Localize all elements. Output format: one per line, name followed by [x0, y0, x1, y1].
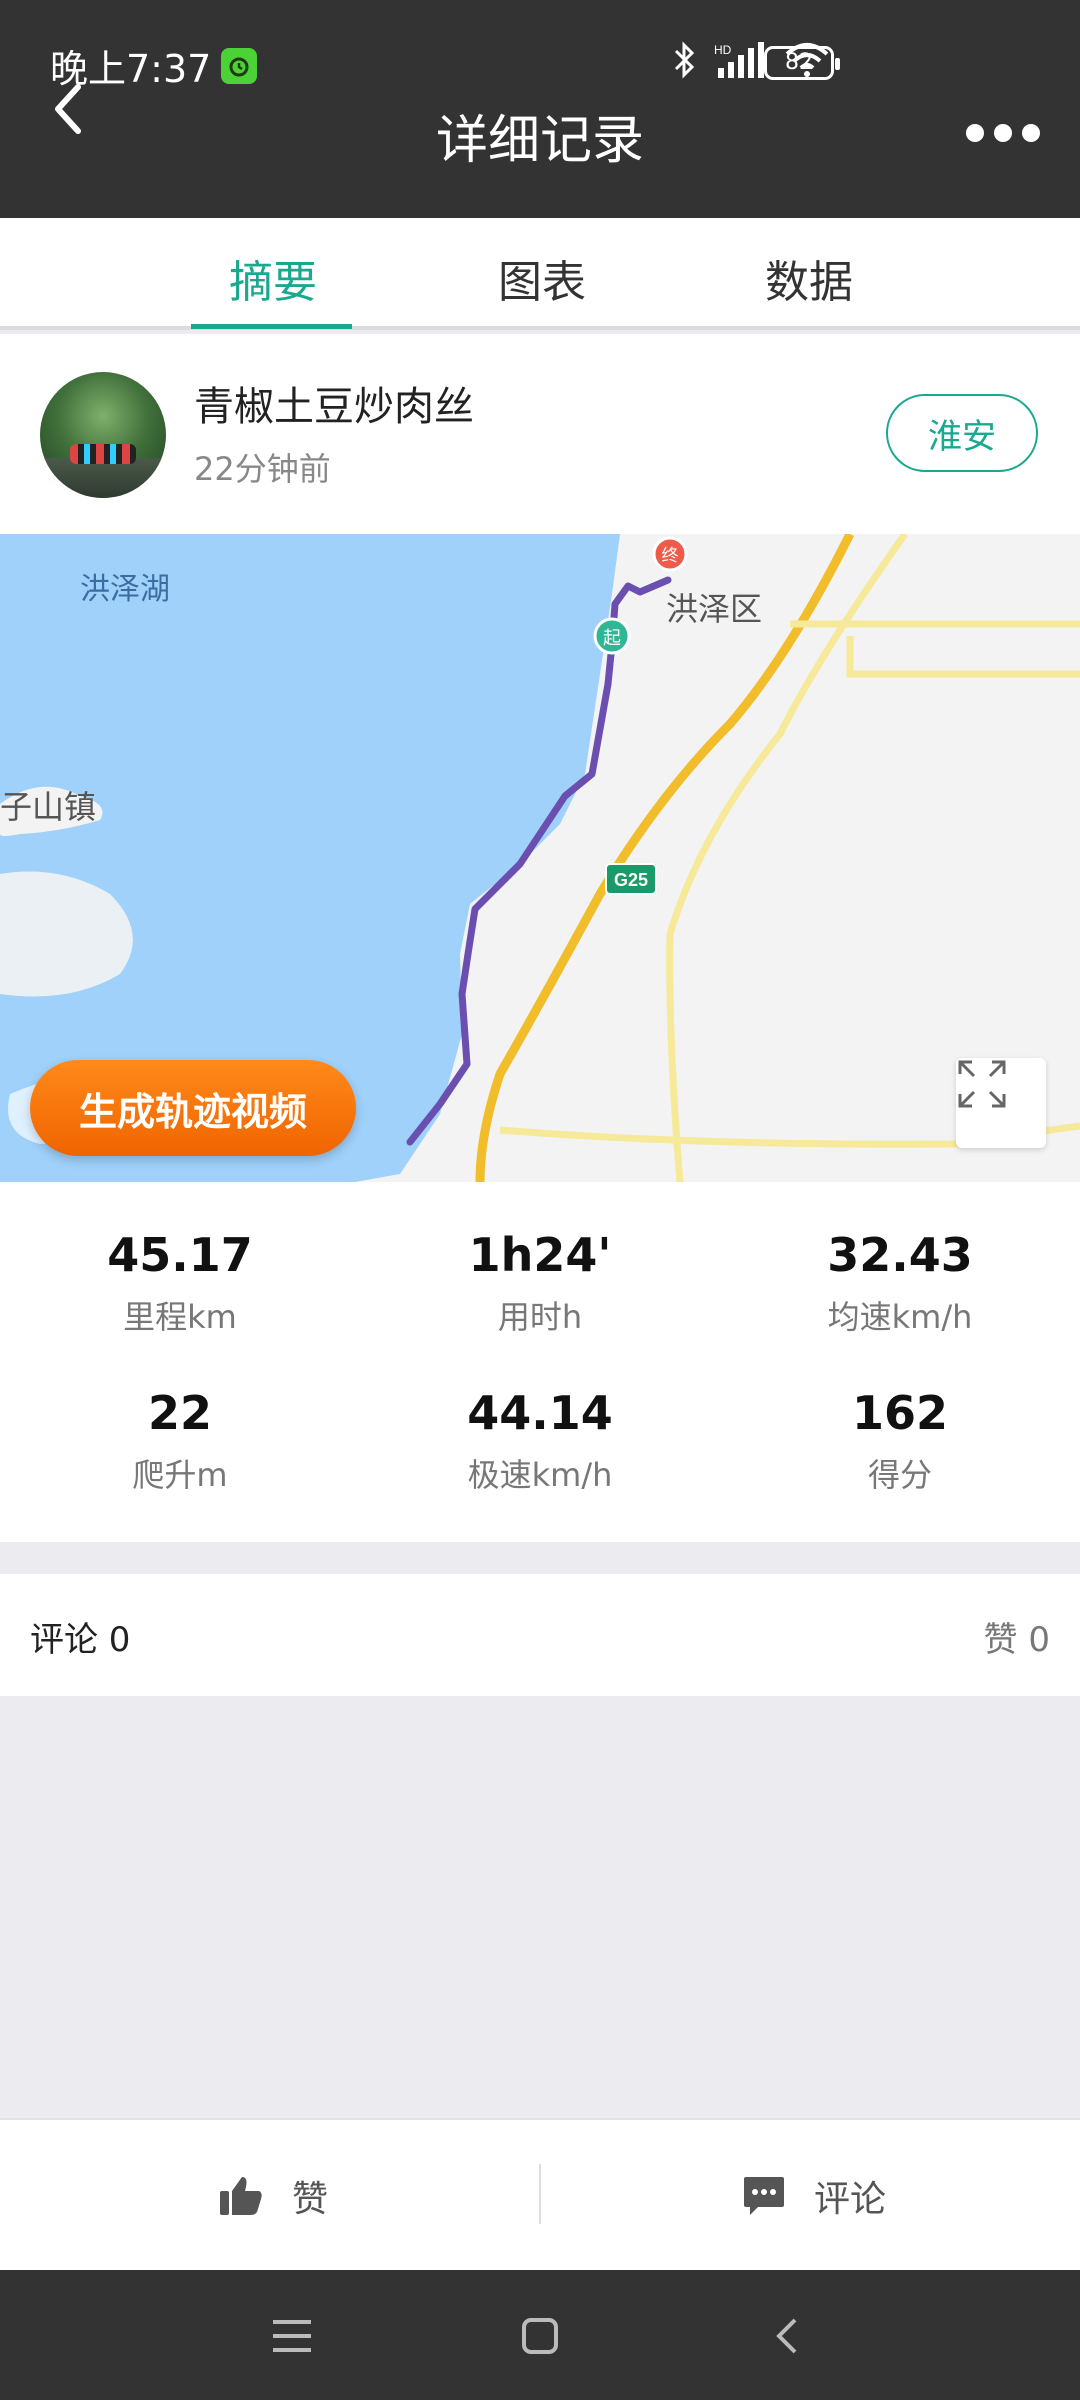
tab-summary[interactable]: 摘要 — [229, 246, 317, 310]
stats-panel: 45.17 里程km 1h24' 用时h 32.43 均速km/h 22 爬升m… — [0, 1182, 1080, 1542]
comment-label: 评论 — [814, 2179, 887, 2220]
header: 详细记录 — [0, 84, 1080, 218]
generate-video-button[interactable]: 生成轨迹视频 — [30, 1060, 356, 1156]
tab-data[interactable]: 数据 — [765, 246, 853, 310]
highway-label: G25 — [614, 870, 648, 890]
user-name[interactable]: 青椒土豆炒肉丝 — [194, 374, 474, 432]
home-button[interactable] — [516, 2312, 564, 2360]
stat-score: 162 得分 — [720, 1386, 1080, 1496]
thumbs-up-icon — [220, 2177, 262, 2215]
post-time: 22分钟前 — [194, 450, 331, 488]
stat-avg-speed: 32.43 均速km/h — [720, 1228, 1080, 1338]
alarm-icon — [221, 47, 258, 84]
tab-chart[interactable]: 图表 — [498, 246, 586, 310]
bluetooth-icon — [672, 40, 696, 84]
signal-icon: HD — [714, 40, 766, 84]
stat-label: 极速km/h — [467, 1456, 613, 1494]
action-divider — [539, 2164, 541, 2224]
city-badge[interactable]: 淮安 — [886, 394, 1038, 472]
stat-duration: 1h24' 用时h — [360, 1228, 720, 1338]
like-label: 赞 — [292, 2179, 329, 2220]
svg-text:HD: HD — [714, 43, 732, 57]
tab-bar: 摘要 图表 数据 — [0, 218, 1080, 330]
stat-value: 22 — [147, 1386, 212, 1440]
map-label-town: 子山镇 — [0, 788, 97, 826]
system-nav-bar — [0, 2270, 1080, 2400]
social-counts: 评论 0 赞 0 — [0, 1574, 1080, 1696]
stat-label: 均速km/h — [827, 1298, 973, 1336]
map-label-lake: 洪泽湖 — [80, 572, 170, 607]
avatar-riders — [70, 444, 136, 464]
more-dot-icon — [966, 124, 984, 142]
more-dot-icon — [994, 124, 1012, 142]
like-button[interactable]: 赞 — [218, 2120, 328, 2272]
expand-icon — [958, 1060, 1006, 1108]
comment-count[interactable]: 评论 0 — [30, 1612, 130, 1661]
action-bar: 赞 评论 — [0, 2118, 1080, 2270]
more-dot-icon — [1022, 124, 1040, 142]
stat-max-speed: 44.14 极速km/h — [360, 1386, 720, 1496]
road-minor — [846, 636, 1080, 678]
home-icon — [522, 2318, 558, 2354]
user-card: 青椒土豆炒肉丝 22分钟前 淮安 — [0, 334, 1080, 534]
stat-label: 得分 — [867, 1456, 932, 1494]
fullscreen-button[interactable] — [956, 1058, 1046, 1148]
stat-label: 里程km — [123, 1298, 237, 1336]
stat-value: 45.17 — [107, 1228, 253, 1282]
comment-icon — [744, 2177, 784, 2215]
road-minor — [666, 534, 908, 1182]
route-map[interactable]: G25 起 终 洪泽湖 洪泽区 子山镇 生成轨迹视频 — [0, 534, 1080, 1182]
back-arrow-icon — [776, 2318, 797, 2354]
stat-value: 1h24' — [468, 1228, 612, 1282]
stat-label: 爬升m — [132, 1456, 228, 1494]
stat-value: 32.43 — [827, 1228, 973, 1282]
avatar-road — [40, 458, 166, 498]
more-button[interactable] — [966, 124, 1040, 142]
menu-icon — [273, 2320, 311, 2352]
stat-distance: 45.17 里程km — [0, 1228, 360, 1338]
tab-active-indicator — [191, 324, 352, 329]
menu-button[interactable] — [268, 2312, 316, 2360]
stat-value: 162 — [851, 1386, 949, 1440]
back-nav-button[interactable] — [764, 2312, 812, 2360]
stat-label: 用时h — [497, 1298, 583, 1336]
map-label-district: 洪泽区 — [666, 590, 763, 628]
avatar[interactable] — [40, 372, 166, 498]
page-title: 详细记录 — [435, 111, 644, 171]
comment-button[interactable]: 评论 — [742, 2120, 886, 2272]
start-label: 起 — [603, 628, 621, 649]
stat-value: 44.14 — [467, 1386, 613, 1440]
stat-climb: 22 爬升m — [0, 1386, 360, 1496]
battery-indicator: 82 — [764, 46, 840, 80]
end-label: 终 — [662, 546, 679, 566]
like-count[interactable]: 赞 0 — [984, 1612, 1050, 1661]
